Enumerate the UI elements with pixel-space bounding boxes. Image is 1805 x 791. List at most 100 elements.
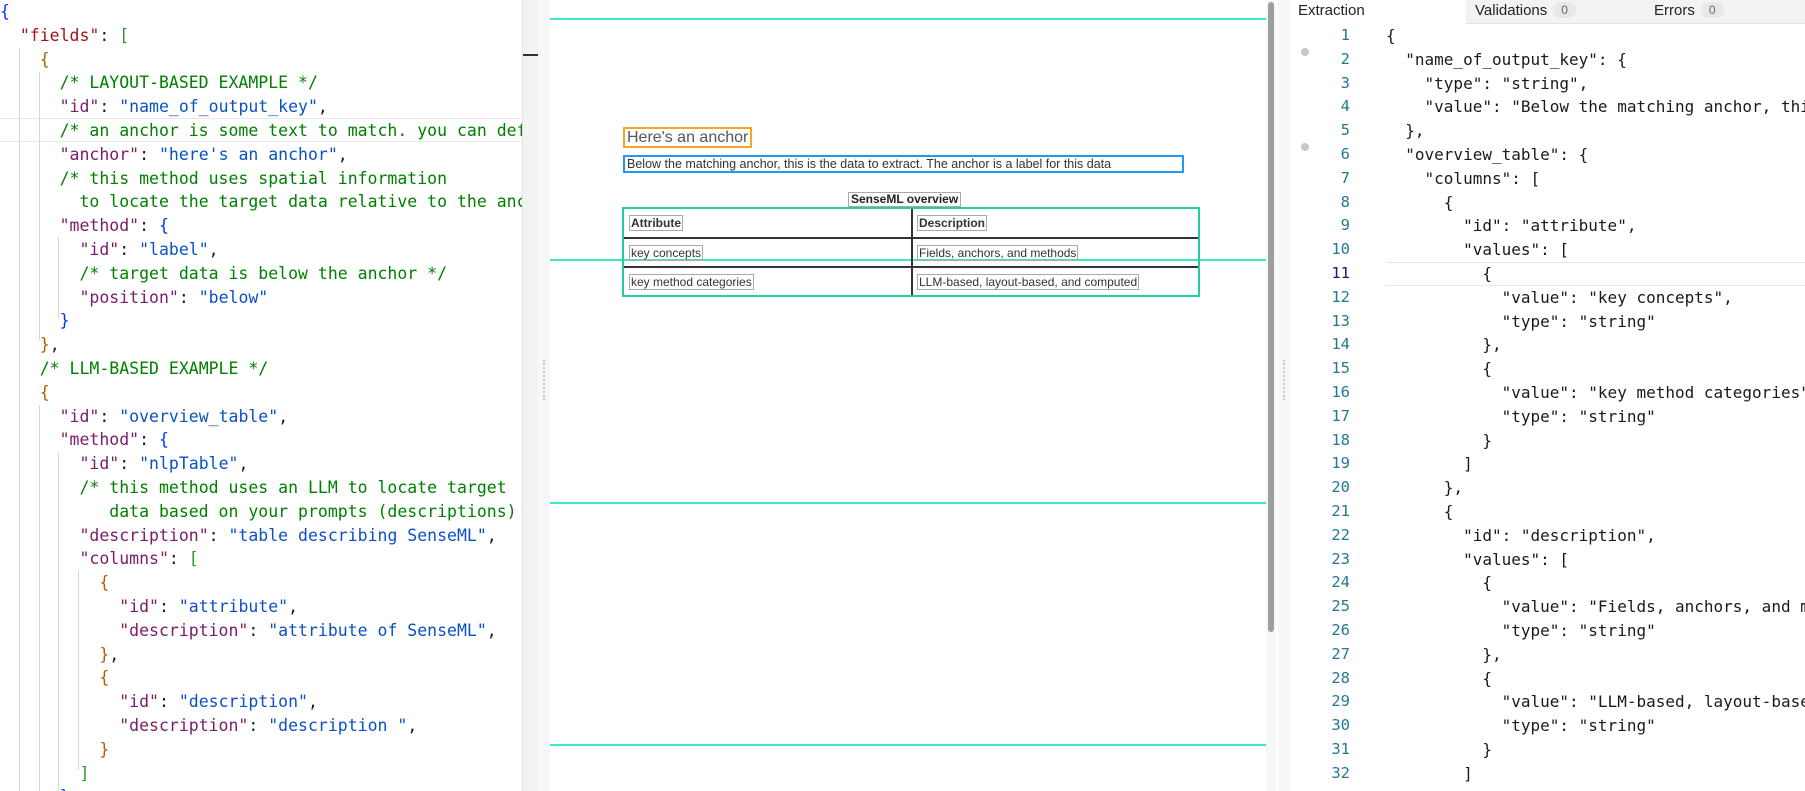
- code-line: }: [99, 739, 110, 759]
- config-editor[interactable]: { "fields": [ { /* LAYOUT-BASED EXAMPLE …: [0, 0, 522, 791]
- code-line: "description": "attribute of SenseML",: [119, 620, 497, 640]
- tab-errors[interactable]: Errors 0: [1646, 0, 1805, 24]
- code-line: "type": "string": [1386, 621, 1656, 640]
- line-number: 15: [1331, 359, 1350, 378]
- code-line: "type": "string": [1386, 406, 1656, 426]
- line-number: 2: [1340, 49, 1350, 68]
- code-line: }: [1386, 740, 1492, 759]
- indent-guide: [58, 453, 59, 791]
- line-number: 26: [1331, 621, 1350, 639]
- right-splitter[interactable]: [1278, 0, 1290, 791]
- code-line: "columns": [: [79, 549, 199, 569]
- code-line: /* LAYOUT-BASED EXAMPLE */: [59, 73, 318, 93]
- code-line: {: [99, 573, 110, 593]
- line-number: 13: [1331, 311, 1350, 330]
- tab-validations[interactable]: Validations 0: [1467, 0, 1645, 24]
- table-cell: LLM-based, layout-based, and computed: [917, 274, 1140, 290]
- scrollbar-thumb[interactable]: [1268, 2, 1274, 632]
- code-line: {: [0, 2, 10, 21]
- line-number: 18: [1331, 430, 1350, 449]
- code-line: },: [1386, 335, 1502, 355]
- extracted-value-highlight[interactable]: Below the matching anchor, this is the d…: [623, 155, 1184, 173]
- code-line: /* LLM-BASED EXAMPLE */: [39, 359, 269, 378]
- table-cell: key concepts: [629, 245, 704, 261]
- code-line: "id": "name_of_output_key",: [59, 97, 328, 117]
- code-line: {: [1386, 26, 1396, 45]
- code-line: /* target data is below the anchor */: [79, 263, 448, 283]
- editor-scrollbar[interactable]: [522, 0, 539, 791]
- table-title: SenseML overview: [848, 192, 962, 207]
- code-line: "description": "table describing SenseML…: [79, 525, 497, 545]
- line-number: 21: [1331, 502, 1350, 520]
- count-badge: 0: [1700, 2, 1724, 18]
- line-number: 10: [1331, 240, 1350, 259]
- page-boundary: [550, 502, 1270, 504]
- line-number: 31: [1331, 740, 1350, 758]
- table-header-cell: Description: [917, 215, 988, 231]
- overview-table[interactable]: Attribute Description key concepts Field…: [622, 207, 1200, 297]
- code-line: {: [1386, 502, 1454, 521]
- left-splitter[interactable]: [538, 0, 550, 791]
- code-line: /* this method uses an LLM to locate tar…: [79, 478, 507, 497]
- page-boundary: [550, 18, 1270, 20]
- tab-label: Extraction: [1298, 2, 1365, 19]
- code-line: },: [99, 644, 120, 664]
- indent-guide: [19, 48, 20, 791]
- scroll-marker: [523, 54, 539, 56]
- viewer-scrollbar[interactable]: [1266, 0, 1276, 791]
- code-line: "id": "attribute",: [1386, 216, 1637, 236]
- code-line: }: [59, 311, 70, 331]
- output-panel[interactable]: Extraction Validations 0 Errors 0 12345678…: [1290, 0, 1805, 791]
- table-cell: key method categories: [629, 274, 754, 290]
- line-number: 33: [1290, 786, 1350, 791]
- count-badge: 0: [1553, 2, 1576, 18]
- line-number: 27: [1331, 644, 1350, 663]
- code-line: {: [99, 668, 110, 688]
- code-line: "method": {: [59, 216, 169, 236]
- indent-guide: [78, 570, 79, 770]
- anchor-highlight[interactable]: Here's an anchor: [623, 127, 753, 148]
- code-line: {: [39, 49, 50, 69]
- code-line: }: [1386, 786, 1454, 791]
- indent-guide: [39, 405, 40, 791]
- line-number: 11: [1331, 264, 1350, 282]
- indent-guide: [39, 72, 40, 340]
- line-number: 28: [1331, 668, 1350, 687]
- code-line: "position": "below": [79, 287, 269, 307]
- code-line: "values": [: [1386, 549, 1570, 569]
- code-line: {: [1386, 264, 1492, 283]
- code-line: "values": [: [1386, 240, 1570, 260]
- line-number: 5: [1340, 121, 1350, 140]
- code-line: "value": "key method categories": [1386, 383, 1805, 402]
- line-number: 24: [1331, 573, 1350, 592]
- line-number: 25: [1331, 597, 1350, 616]
- code-line: data based on your prompts (descriptions…: [109, 501, 522, 521]
- document-viewer[interactable]: Here's an anchor Below the matching anch…: [550, 0, 1270, 791]
- code-line: {: [1386, 573, 1492, 593]
- code-line: },: [39, 335, 60, 355]
- line-number: 29: [1331, 692, 1350, 711]
- line-number: 9: [1340, 216, 1350, 235]
- code-line: "type": "string",: [1386, 73, 1589, 93]
- line-number: 19: [1331, 454, 1350, 473]
- table-cell: Fields, anchors, and methods: [917, 245, 1079, 261]
- line-number: 17: [1331, 406, 1350, 425]
- line-number: 6: [1340, 145, 1350, 163]
- line-number: 1: [1340, 26, 1350, 44]
- line-number: 23: [1331, 549, 1350, 568]
- code-line: "overview_table": {: [1386, 145, 1589, 164]
- tab-extraction[interactable]: Extraction: [1290, 0, 1466, 24]
- code-line: "value": "Fields, anchors, and m: [1386, 597, 1805, 617]
- tab-label: Validations: [1475, 2, 1548, 19]
- line-number: 30: [1331, 716, 1350, 735]
- code-line: ]: [79, 763, 90, 783]
- code-line: {: [1386, 668, 1492, 688]
- line-number: 14: [1331, 335, 1350, 354]
- line-number: 22: [1331, 525, 1350, 544]
- tab-label: Errors: [1654, 2, 1695, 19]
- code-line: {: [39, 382, 50, 402]
- code-line: },: [1386, 478, 1464, 498]
- table-header-cell: Attribute: [629, 215, 683, 231]
- column-separator: [911, 209, 913, 295]
- code-line: "value": "LLM-based, layout-base: [1386, 692, 1805, 712]
